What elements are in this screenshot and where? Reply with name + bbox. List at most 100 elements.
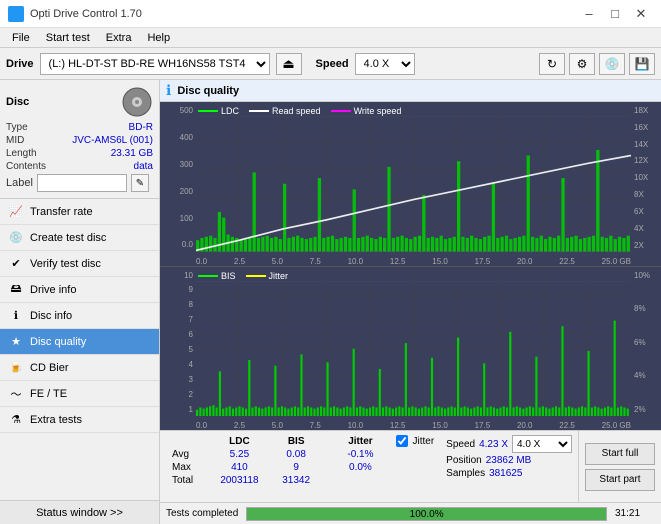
- jitter-area: Jitter: [390, 431, 440, 502]
- max-ldc-value: 410: [208, 461, 271, 474]
- disc-button[interactable]: 💿: [599, 53, 625, 75]
- menu-file[interactable]: File: [4, 30, 38, 46]
- chart1-y-axis-left: 500 400 300 200 100 0.0: [160, 106, 196, 250]
- progress-text: 100.0%: [247, 508, 606, 521]
- label-edit-button[interactable]: ✎: [131, 174, 149, 192]
- jitter-col-header: Jitter: [336, 435, 384, 448]
- sidebar-item-drive-info[interactable]: 🖴 Drive info: [0, 277, 159, 303]
- ldc-legend-color: [198, 110, 218, 112]
- start-full-button[interactable]: Start full: [585, 443, 655, 465]
- jitter-legend-color: [246, 275, 266, 277]
- buttons-area: Start full Start part: [578, 431, 661, 502]
- right-panel: ℹ Disc quality LDC Read speed: [160, 80, 661, 524]
- menu-start-test[interactable]: Start test: [38, 30, 98, 46]
- verify-test-disc-icon: ✔: [8, 256, 24, 272]
- start-part-button[interactable]: Start part: [585, 469, 655, 491]
- chart2-x-axis: 0.0 2.5 5.0 7.5 10.0 12.5 15.0 17.5 20.0…: [196, 421, 631, 430]
- position-row: Position 23862 MB: [446, 455, 572, 466]
- sidebar-item-fe-te[interactable]: 〜 FE / TE: [0, 381, 159, 407]
- nav-label-create-test-disc: Create test disc: [30, 232, 106, 244]
- app-title: Opti Drive Control 1.70: [30, 8, 142, 20]
- total-row: Total 2003118 31342: [166, 474, 384, 487]
- chart2-y-axis-left: 10 9 8 7 6 5 4 3 2 1: [160, 271, 196, 415]
- minimize-button[interactable]: –: [577, 4, 601, 24]
- disc-quality-icon: ★: [8, 334, 24, 350]
- speed-select[interactable]: 4.0 X: [512, 435, 572, 453]
- nav-items: 📈 Transfer rate 💿 Create test disc ✔ Ver…: [0, 199, 159, 500]
- bis-legend-color: [198, 275, 218, 277]
- maximize-button[interactable]: □: [603, 4, 627, 24]
- samples-label: Samples: [446, 468, 485, 479]
- sidebar: Disc Type BD-R MID JVC-AMS6L (001) Lengt…: [0, 80, 160, 524]
- cd-bier-icon: 🍺: [8, 360, 24, 376]
- disc-mid-row: MID JVC-AMS6L (001): [6, 135, 153, 146]
- sidebar-item-create-test-disc[interactable]: 💿 Create test disc: [0, 225, 159, 251]
- mid-label: MID: [6, 135, 24, 146]
- chart1-x-axis: 0.0 2.5 5.0 7.5 10.0 12.5 15.0 17.5 20.0…: [196, 257, 631, 266]
- ldc-col-header: LDC: [208, 435, 271, 448]
- sidebar-item-extra-tests[interactable]: ⚗ Extra tests: [0, 407, 159, 433]
- transfer-rate-icon: 📈: [8, 204, 24, 220]
- menu-help[interactable]: Help: [139, 30, 178, 46]
- jitter-legend-item: Jitter: [246, 271, 289, 281]
- nav-label-disc-info: Disc info: [30, 310, 72, 322]
- sidebar-item-verify-test-disc[interactable]: ✔ Verify test disc: [0, 251, 159, 277]
- jitter-check-label: Jitter: [412, 436, 434, 447]
- disc-quality-header-title: Disc quality: [177, 85, 239, 97]
- menu-extra[interactable]: Extra: [98, 30, 140, 46]
- jitter-checkbox-row: Jitter: [396, 435, 434, 447]
- total-bis-value: 31342: [271, 474, 321, 487]
- write-speed-legend-item: Write speed: [331, 106, 402, 116]
- bis-legend-label: BIS: [221, 271, 236, 281]
- status-window-button[interactable]: Status window >>: [0, 500, 159, 524]
- contents-label: Contents: [6, 161, 46, 172]
- settings-button[interactable]: ⚙: [569, 53, 595, 75]
- sidebar-item-disc-quality[interactable]: ★ Disc quality: [0, 329, 159, 355]
- speed-display-row: Speed 4.23 X 4.0 X: [446, 435, 572, 453]
- total-ldc-value: 2003118: [208, 474, 271, 487]
- speed-label: Speed: [446, 439, 475, 450]
- stats-table: LDC BIS Jitter Avg 5.25 0.08 -0.1%: [160, 431, 390, 502]
- speed-area: Speed 4.23 X 4.0 X Position 23862 MB Sam…: [440, 431, 578, 502]
- write-speed-legend-label: Write speed: [354, 106, 402, 116]
- disc-panel-title: Disc: [6, 96, 29, 108]
- time-text: 31:21: [615, 508, 655, 519]
- label-input[interactable]: [37, 174, 127, 192]
- avg-row: Avg 5.25 0.08 -0.1%: [166, 448, 384, 461]
- speed-dropdown[interactable]: 4.0 X 8.0 X: [355, 53, 415, 75]
- progress-bar-container: 100.0%: [246, 507, 607, 521]
- samples-value: 381625: [489, 468, 522, 479]
- disc-quality-header: ℹ Disc quality: [160, 80, 661, 102]
- disc-quality-header-icon: ℹ: [166, 82, 171, 99]
- nav-label-cd-bier: CD Bier: [30, 362, 69, 374]
- sidebar-item-cd-bier[interactable]: 🍺 CD Bier: [0, 355, 159, 381]
- mid-value: JVC-AMS6L (001): [72, 135, 153, 146]
- sidebar-item-disc-info[interactable]: ℹ Disc info: [0, 303, 159, 329]
- close-button[interactable]: ✕: [629, 4, 653, 24]
- refresh-button[interactable]: ↻: [539, 53, 565, 75]
- disc-info-panel: Disc Type BD-R MID JVC-AMS6L (001) Lengt…: [0, 80, 159, 199]
- samples-row: Samples 381625: [446, 468, 572, 479]
- jitter-legend-label: Jitter: [269, 271, 289, 281]
- read-speed-legend-item: Read speed: [249, 106, 321, 116]
- jitter-checkbox[interactable]: [396, 435, 408, 447]
- write-speed-legend-color: [331, 110, 351, 112]
- bis-col-header: BIS: [271, 435, 321, 448]
- read-speed-legend-label: Read speed: [272, 106, 321, 116]
- chart1-y-axis-right: 18X 16X 14X 12X 10X 8X 6X 4X 2X: [631, 106, 661, 250]
- nav-label-fe-te: FE / TE: [30, 388, 67, 400]
- disc-info-icon: ℹ: [8, 308, 24, 324]
- save-button[interactable]: 💾: [629, 53, 655, 75]
- app-icon: [8, 6, 24, 22]
- drive-info-icon: 🖴: [8, 282, 24, 298]
- sidebar-item-transfer-rate[interactable]: 📈 Transfer rate: [0, 199, 159, 225]
- main-content: Disc Type BD-R MID JVC-AMS6L (001) Lengt…: [0, 80, 661, 524]
- avg-jitter-value: -0.1%: [336, 448, 384, 461]
- drive-dropdown[interactable]: (L:) HL-DT-ST BD-RE WH16NS58 TST4: [40, 53, 270, 75]
- max-bis-value: 9: [271, 461, 321, 474]
- nav-label-verify-test-disc: Verify test disc: [30, 258, 101, 270]
- chart2-y-axis-right: 10% 8% 6% 4% 2%: [631, 271, 661, 415]
- extra-tests-icon: ⚗: [8, 412, 24, 428]
- eject-button[interactable]: ⏏: [276, 53, 302, 75]
- nav-label-extra-tests: Extra tests: [30, 414, 82, 426]
